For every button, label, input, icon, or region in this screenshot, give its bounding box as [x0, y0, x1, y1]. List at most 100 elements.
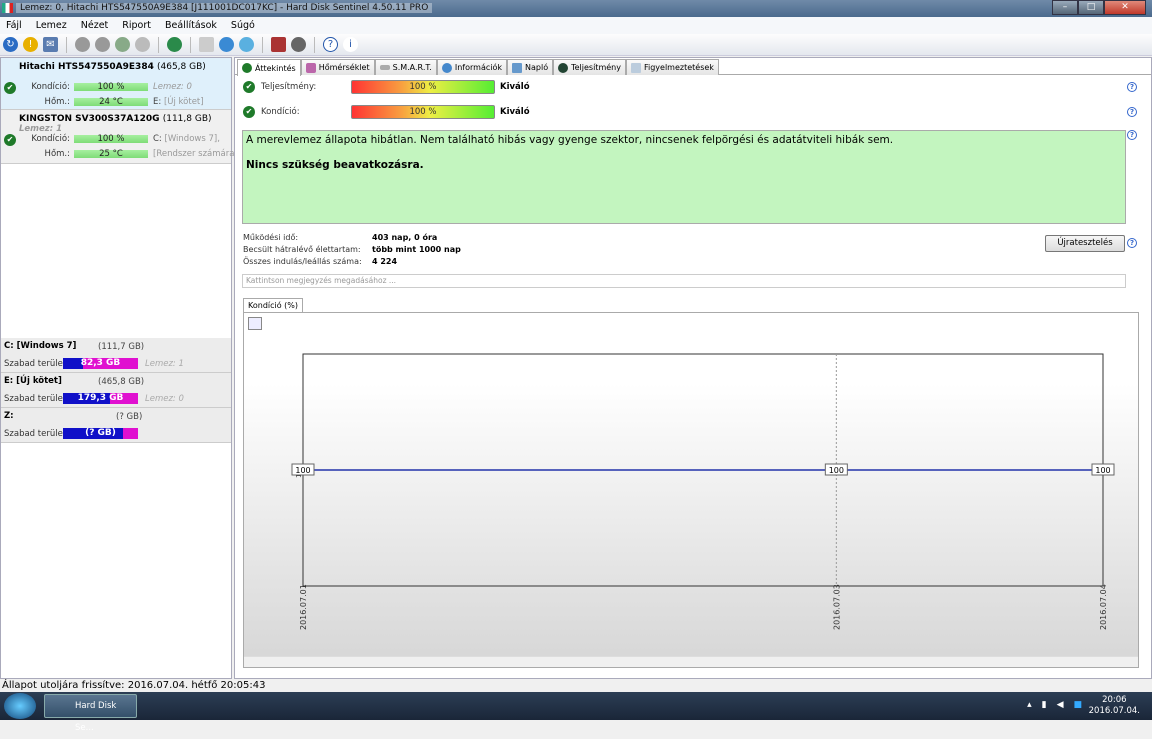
- info-icon: [441, 62, 452, 73]
- gauge-icon: [558, 62, 569, 73]
- help-icon[interactable]: ?: [1127, 130, 1137, 140]
- help-icon[interactable]: ?: [1127, 107, 1137, 117]
- window-title: Lemez: 0, Hitachi HTS547550A9E384 [J1110…: [16, 3, 433, 13]
- report-icon[interactable]: [199, 37, 214, 52]
- menu-report[interactable]: Riport: [122, 17, 151, 34]
- tab-smart[interactable]: S.M.A.R.T.: [374, 59, 437, 75]
- tab-information[interactable]: Információk: [436, 59, 507, 75]
- free-space-label: Szabad terület: [4, 394, 67, 404]
- retest-button[interactable]: Újratesztelés: [1045, 235, 1125, 252]
- taskbar-app-button[interactable]: Hard Disk Se...: [44, 694, 137, 733]
- x-tick-label: 2016.07.01: [299, 584, 308, 630]
- taskbar: Hard Disk Se... ▴ ▮ ◀ ■ 20:06 2016.07.04.: [0, 692, 1152, 733]
- status-recommendation: Nincs szükség beavatkozásra.: [246, 159, 424, 171]
- data-label: 100: [829, 466, 844, 475]
- maximize-button[interactable]: □: [1078, 0, 1104, 15]
- condition-label: Kondíció:: [31, 134, 70, 144]
- drive-letter: C:: [153, 134, 162, 144]
- disk-icon: [379, 65, 390, 70]
- condition-row: ✔ Kondíció: 100 % Kiváló: [243, 105, 743, 119]
- disk-item-1[interactable]: KINGSTON SV300S37A120G (111,8 GB) Lemez:…: [1, 110, 235, 164]
- performance-row: ✔ Teljesítmény: 100 % Kiváló: [243, 80, 743, 94]
- disk-check-icon[interactable]: [115, 37, 130, 52]
- x-tick-label: 2016.07.04: [1099, 584, 1108, 630]
- condition-label: Kondíció:: [31, 82, 70, 92]
- info-icon[interactable]: i: [343, 37, 358, 52]
- disk-surface-icon[interactable]: [95, 37, 110, 52]
- clock[interactable]: 20:06 2016.07.04.: [1089, 695, 1140, 717]
- temp-bar: 25 °C: [74, 150, 148, 158]
- volume-item[interactable]: E: [Új kötet] (465,8 GB) Szabad terület …: [1, 373, 231, 408]
- settings-icon[interactable]: [271, 37, 286, 52]
- help-icon[interactable]: ?: [1127, 238, 1137, 248]
- disk-test-icon[interactable]: [75, 37, 90, 52]
- condition-bar: 100 %: [74, 135, 148, 143]
- thermometer-icon: [305, 62, 316, 73]
- status-bar: Állapot utoljára frissítve: 2016.07.04. …: [0, 680, 1152, 692]
- tab-overview[interactable]: Áttekintés: [237, 59, 301, 76]
- status-message: A merevlemez állapota hibátlan. Nem talá…: [246, 134, 894, 146]
- document-icon: [630, 62, 641, 73]
- data-label: 100: [295, 466, 310, 475]
- free-space-label: Szabad terület: [4, 359, 67, 369]
- tab-temperature[interactable]: Hőmérséklet: [300, 59, 375, 75]
- menu-help[interactable]: Súgó: [231, 17, 255, 34]
- disk-size: (465,8 GB): [156, 62, 206, 72]
- menu-settings[interactable]: Beállítások: [165, 17, 217, 34]
- volume-size: (? GB): [116, 412, 143, 422]
- close-button[interactable]: ✕: [1104, 0, 1146, 15]
- tab-label: Hőmérséklet: [318, 63, 370, 72]
- disk-info-icon[interactable]: [135, 37, 150, 52]
- web-icon[interactable]: [167, 37, 182, 52]
- status-message-box[interactable]: A merevlemez állapota hibátlan. Nem talá…: [242, 130, 1126, 224]
- tab-alerts[interactable]: Figyelmeztetések: [625, 59, 719, 75]
- disk-number: Lemez: 1: [19, 124, 63, 134]
- data-label: 100: [1095, 466, 1110, 475]
- volume-item[interactable]: Z: (? GB) Szabad terület (? GB): [1, 408, 231, 443]
- tab-label: Napló: [525, 63, 549, 72]
- start-count-value: 4 224: [372, 257, 398, 266]
- details-panel: Áttekintés Hőmérséklet S.M.A.R.T. Inform…: [234, 57, 1152, 679]
- send-icon[interactable]: [239, 37, 254, 52]
- email-icon[interactable]: ✉: [43, 37, 58, 52]
- clock-time: 20:06: [1102, 695, 1127, 705]
- signal-icon[interactable]: ▮: [1042, 700, 1047, 710]
- volume-icon[interactable]: ◀: [1057, 700, 1064, 710]
- title-bar: Lemez: 0, Hitachi HTS547550A9E384 [J1110…: [0, 0, 1152, 17]
- horizontal-scrollbar[interactable]: [244, 656, 1138, 667]
- tab-label: Információk: [454, 63, 502, 72]
- toolbar: ↻ ! ✉ ? i: [0, 34, 1152, 56]
- volume-item[interactable]: C: [Windows 7] (111,7 GB) Szabad terület…: [1, 338, 231, 373]
- note-input[interactable]: Kattintson megjegyzés megadásához ...: [242, 274, 1126, 288]
- tab-performance[interactable]: Teljesítmény: [553, 59, 626, 75]
- uptime-value: 403 nap, 0 óra: [372, 233, 438, 242]
- lifetime-label: Becsült hátralévő élettartam:: [243, 245, 361, 254]
- free-space-label: Szabad terület: [4, 429, 67, 439]
- tab-label: S.M.A.R.T.: [392, 63, 432, 72]
- volume-name: [Rendszer számára: [153, 149, 235, 159]
- volume-size: (111,7 GB): [98, 342, 145, 352]
- chart-tab-condition[interactable]: Kondíció (%): [243, 298, 304, 312]
- refresh-icon[interactable]: ↻: [3, 37, 18, 52]
- performance-rating: Kiváló: [500, 82, 530, 92]
- menu-view[interactable]: Nézet: [81, 17, 109, 34]
- menu-disk[interactable]: Lemez: [36, 17, 67, 34]
- sound-icon[interactable]: [291, 37, 306, 52]
- menu-file[interactable]: Fájl: [6, 17, 22, 34]
- volume-name: [Windows 7],: [164, 134, 220, 144]
- help-icon[interactable]: ?: [1127, 82, 1137, 92]
- disk-item-0[interactable]: Hitachi HTS547550A9E384 (465,8 GB) ✔ Kon…: [1, 58, 231, 110]
- alert-icon[interactable]: !: [23, 37, 38, 52]
- help-icon[interactable]: ?: [323, 37, 338, 52]
- minimize-button[interactable]: –: [1052, 0, 1078, 15]
- performance-label: Teljesítmény:: [261, 82, 317, 92]
- start-button[interactable]: [4, 693, 36, 719]
- disk-size: (111,8 GB): [162, 114, 212, 124]
- teamviewer-icon[interactable]: ■: [1073, 700, 1082, 710]
- menu-bar: Fájl Lemez Nézet Riport Beállítások Súgó: [0, 17, 1152, 34]
- lifetime-value: több mint 1000 nap: [372, 245, 461, 254]
- sync-icon[interactable]: [219, 37, 234, 52]
- condition-label: Kondíció:: [261, 107, 300, 117]
- tray-arrow-icon[interactable]: ▴: [1027, 700, 1032, 710]
- tab-log[interactable]: Napló: [507, 59, 554, 75]
